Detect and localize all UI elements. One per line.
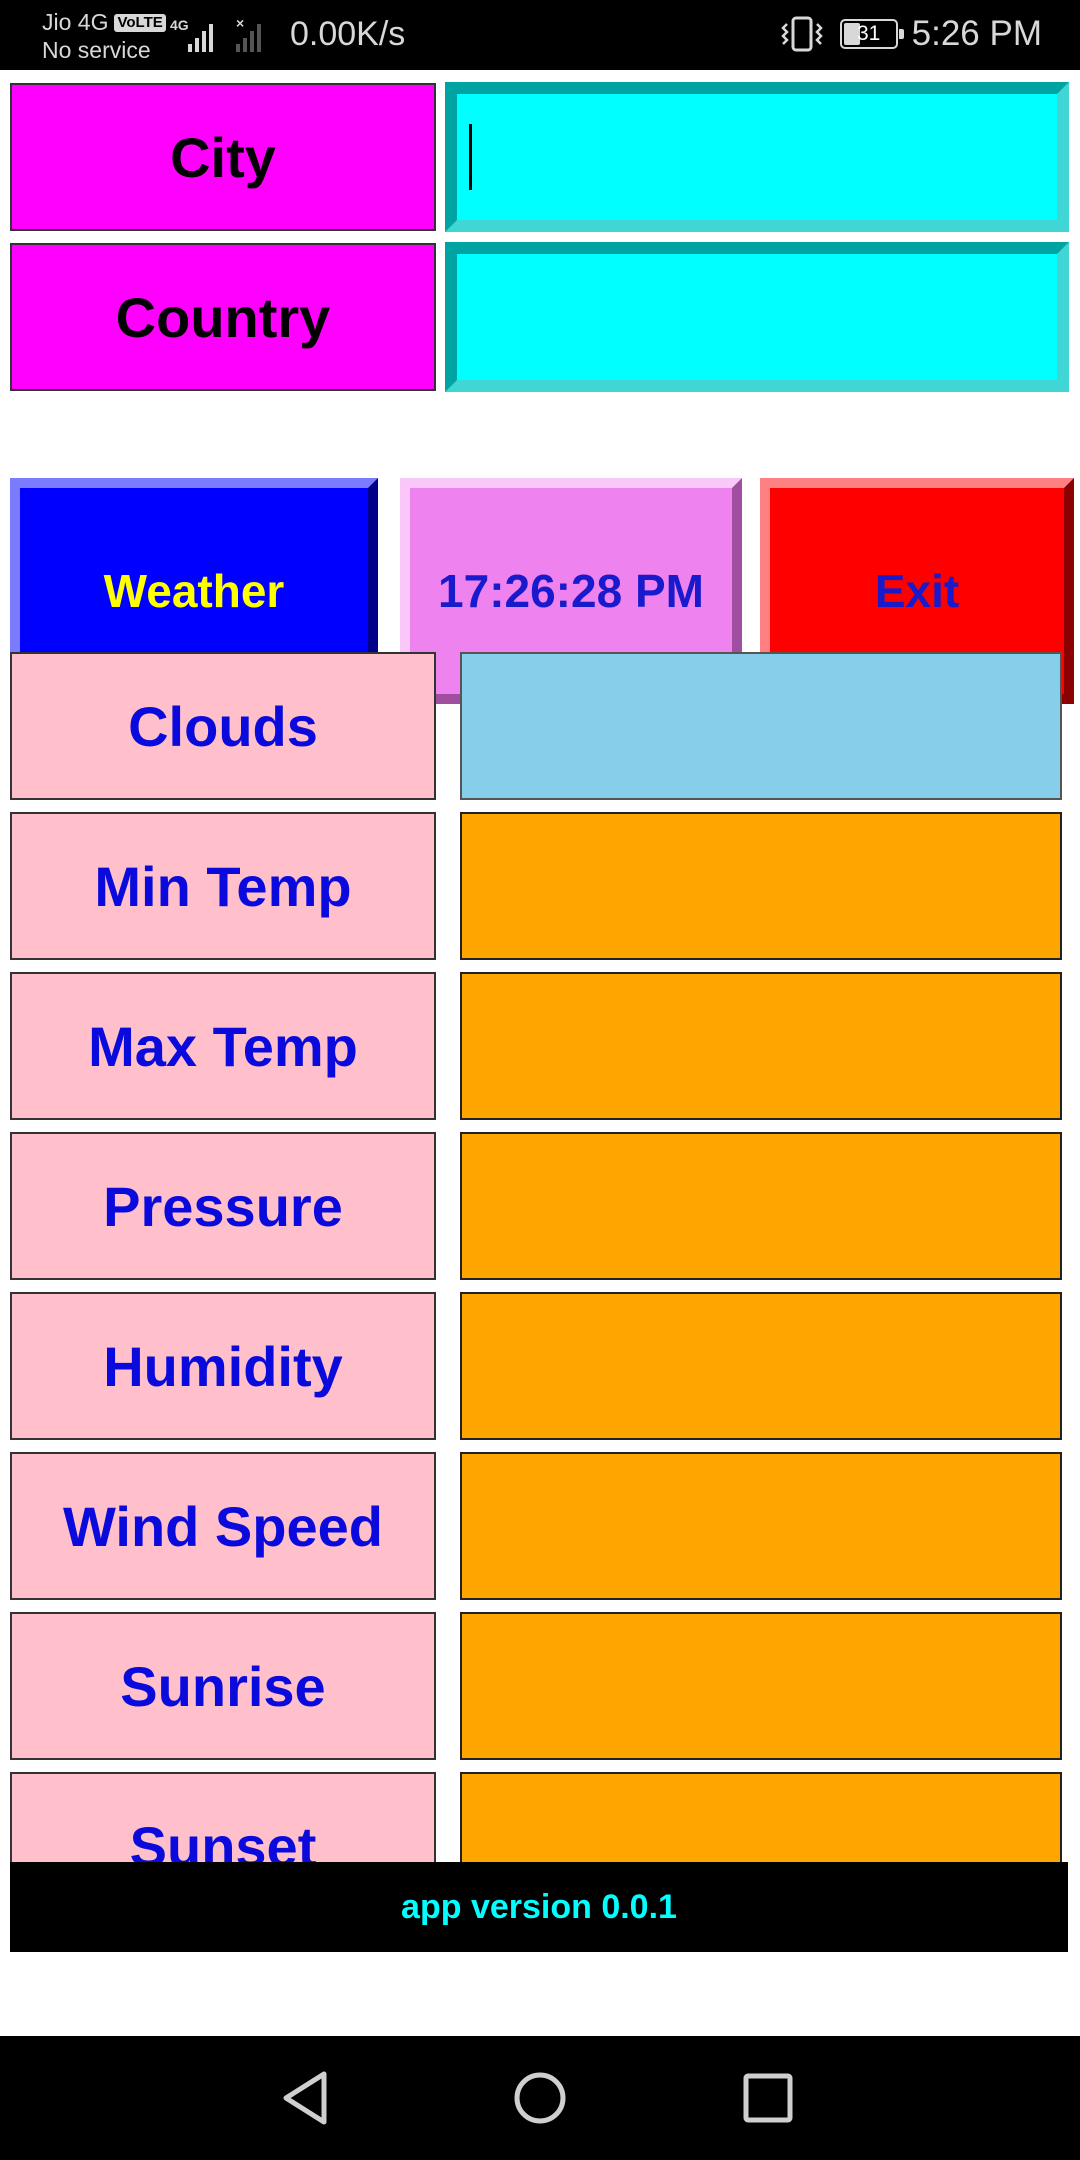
network-speed: 0.00K/s (290, 15, 406, 53)
vibrate-icon (780, 16, 823, 52)
system-navigation-bar (0, 2036, 1080, 2160)
battery-level: 31 (856, 22, 881, 45)
sunrise-value (460, 1612, 1062, 1760)
country-field[interactable] (445, 242, 1069, 392)
country-label: Country (10, 243, 436, 391)
service-status: No service (42, 37, 151, 63)
sunrise-label: Sunrise (10, 1612, 436, 1760)
status-bar: Jio 4G VoLTE No service 4G × 0.00K/s 31 5… (0, 0, 1080, 70)
max-temp-value (460, 972, 1062, 1120)
back-triangle-icon[interactable] (268, 2058, 348, 2138)
volte-badge: VoLTE (114, 14, 166, 32)
text-cursor (469, 124, 472, 190)
carrier-name: Jio 4G (42, 9, 109, 35)
battery-icon: 31 (839, 19, 904, 49)
city-field[interactable] (445, 82, 1069, 232)
city-input[interactable] (457, 94, 1057, 220)
clouds-value (460, 652, 1062, 800)
min-temp-label: Min Temp (10, 812, 436, 960)
signal-strength-icon: 4G × (170, 15, 261, 52)
weather-app: City Country Weather 17:26:28 PM Exit Cl… (0, 70, 1080, 2036)
pressure-label: Pressure (10, 1132, 436, 1280)
app-version-footer: app version 0.0.1 (10, 1862, 1068, 1952)
max-temp-label: Max Temp (10, 972, 436, 1120)
carrier-info: Jio 4G VoLTE No service (42, 8, 166, 64)
humidity-value (460, 1292, 1062, 1440)
min-temp-value (460, 812, 1062, 960)
svg-text:×: × (236, 15, 244, 31)
humidity-label: Humidity (10, 1292, 436, 1440)
wind-speed-value (460, 1452, 1062, 1600)
home-circle-icon[interactable] (500, 2058, 580, 2138)
status-time: 5:26 PM (911, 14, 1042, 53)
clouds-label: Clouds (10, 652, 436, 800)
wind-speed-label: Wind Speed (10, 1452, 436, 1600)
city-label: City (10, 83, 436, 231)
recent-square-icon[interactable] (728, 2058, 808, 2138)
pressure-value (460, 1132, 1062, 1280)
network-type-label: 4G (170, 17, 189, 33)
country-input[interactable] (457, 254, 1057, 380)
status-right: 31 5:26 PM (780, 14, 1042, 54)
